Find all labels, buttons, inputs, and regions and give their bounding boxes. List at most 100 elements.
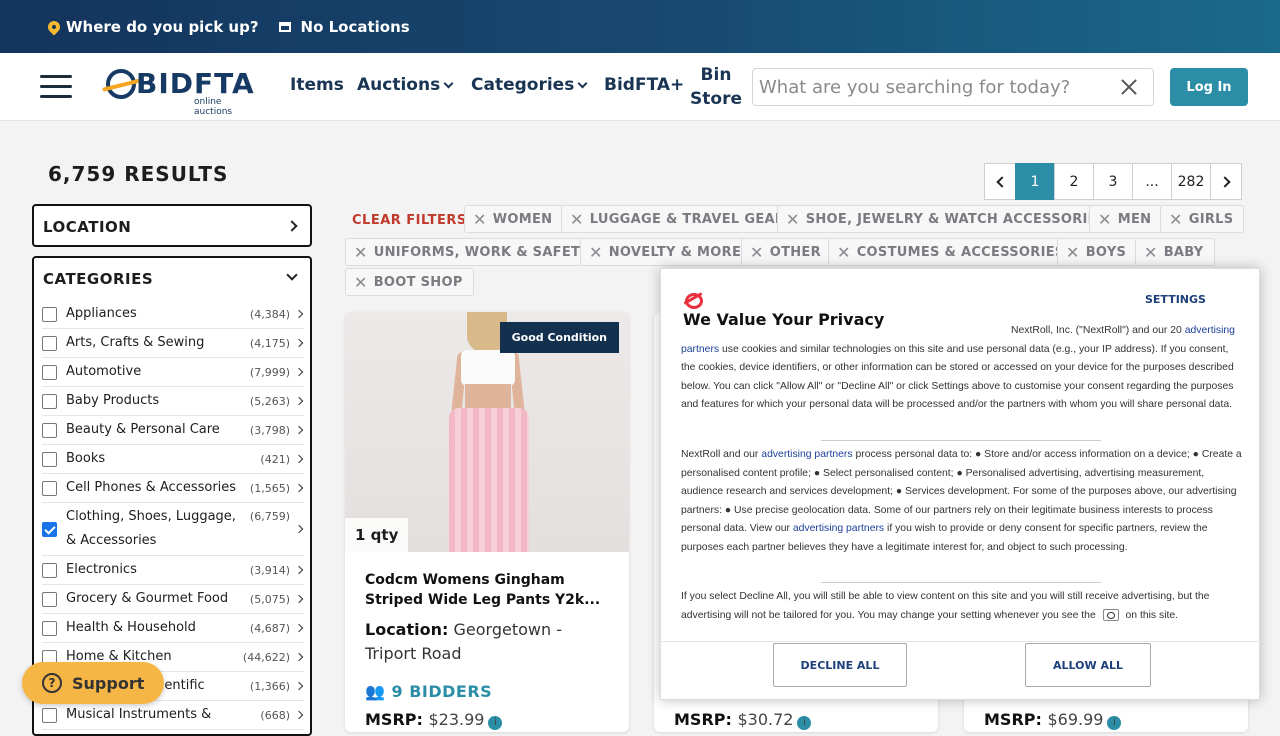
advertising-partners-link[interactable]: advertising partners bbox=[793, 523, 884, 534]
filter-chip[interactable]: ✕ BOYS bbox=[1057, 238, 1138, 266]
category-item[interactable]: Clothing, Shoes, Luggage, & Accessories (… bbox=[42, 503, 304, 556]
filter-chip[interactable]: ✕ COSTUMES & ACCESSORIES bbox=[828, 238, 1076, 266]
category-item[interactable]: Health & Household (4,687) bbox=[42, 614, 304, 643]
category-checkbox[interactable] bbox=[42, 306, 57, 322]
category-checkbox[interactable] bbox=[42, 335, 57, 351]
filter-chip[interactable]: ✕ BABY bbox=[1135, 238, 1215, 266]
prev-page-button[interactable] bbox=[984, 163, 1016, 200]
category-checkbox[interactable] bbox=[42, 480, 57, 496]
chevron-right-icon bbox=[294, 565, 304, 575]
chevron-right-icon bbox=[294, 367, 304, 377]
page-1[interactable]: 1 bbox=[1015, 163, 1055, 200]
category-checkbox[interactable] bbox=[42, 562, 57, 578]
next-page-button[interactable] bbox=[1210, 163, 1242, 200]
category-count: (4,384) bbox=[249, 307, 290, 321]
store-icon bbox=[278, 21, 291, 32]
location-filter[interactable]: LOCATION bbox=[32, 204, 312, 247]
category-item[interactable]: Musical Instruments & (668) bbox=[42, 701, 304, 730]
filter-chip-label: OTHER bbox=[769, 244, 821, 260]
advertising-partners-link[interactable]: advertising partners bbox=[761, 449, 852, 460]
product-image[interactable]: Good Condition 1 qty bbox=[345, 312, 629, 552]
info-icon[interactable]: i bbox=[488, 716, 503, 730]
category-item[interactable]: Arts, Crafts & Sewing (4,175) bbox=[42, 329, 304, 358]
login-button[interactable]: Log In bbox=[1170, 68, 1248, 106]
product-card[interactable]: Good Condition 1 qty Codcm Womens Gingha… bbox=[345, 312, 629, 732]
category-name: Beauty & Personal Care bbox=[66, 422, 220, 437]
filter-chip-label: NOVELTY & MORE bbox=[608, 244, 742, 260]
filter-chip[interactable]: ✕ WOMEN bbox=[464, 205, 564, 233]
nav-bin-store[interactable]: Bin Store bbox=[690, 63, 742, 111]
filter-chip[interactable]: ✕ BOOT SHOP bbox=[345, 268, 474, 296]
filter-chip[interactable]: ✕ NOVELTY & MORE bbox=[580, 238, 753, 266]
category-checkbox[interactable] bbox=[42, 591, 57, 607]
hamburger-menu-icon[interactable] bbox=[40, 75, 72, 99]
category-name: Health & Household bbox=[66, 620, 196, 635]
category-item[interactable]: Books (421) bbox=[42, 445, 304, 474]
filter-chip[interactable]: ✕ MEN bbox=[1089, 205, 1163, 233]
logo-tagline: online auctions bbox=[194, 97, 233, 117]
category-checkbox[interactable] bbox=[42, 620, 57, 636]
filter-chip-label: GIRLS bbox=[1188, 211, 1234, 227]
settings-link[interactable]: SETTINGS bbox=[1145, 293, 1206, 306]
category-checkbox[interactable] bbox=[42, 451, 57, 467]
category-checkbox-checked[interactable] bbox=[42, 521, 57, 537]
nav-items[interactable]: Items bbox=[290, 75, 344, 95]
page-282[interactable]: 282 bbox=[1171, 163, 1211, 200]
search-input[interactable] bbox=[753, 69, 1103, 105]
category-item[interactable]: Automotive (7,999) bbox=[42, 358, 304, 387]
category-checkbox[interactable] bbox=[42, 393, 57, 409]
allow-all-button[interactable]: ALLOW ALL bbox=[1025, 643, 1151, 687]
category-checkbox[interactable] bbox=[42, 422, 57, 438]
category-name: Baby Products bbox=[66, 393, 160, 408]
filter-chip-label: BOOT SHOP bbox=[373, 274, 463, 290]
page-3[interactable]: 3 bbox=[1093, 163, 1133, 200]
clear-search-icon[interactable] bbox=[1119, 77, 1139, 97]
close-icon: ✕ bbox=[589, 242, 603, 262]
category-count: (421) bbox=[260, 452, 290, 466]
bidfta-logo[interactable]: BIDFTA online auctions bbox=[106, 67, 262, 117]
locations-label: No Locations bbox=[300, 17, 410, 36]
category-item[interactable]: Grocery & Gourmet Food (5,075) bbox=[42, 585, 304, 614]
category-item[interactable]: Electronics (3,914) bbox=[42, 556, 304, 585]
category-item[interactable]: Beauty & Personal Care (3,798) bbox=[42, 416, 304, 445]
filter-chip[interactable]: ✕ UNIFORMS, WORK & SAFETY bbox=[345, 238, 601, 266]
info-icon[interactable]: i bbox=[797, 716, 812, 730]
nav-auctions[interactable]: Auctions bbox=[357, 75, 454, 95]
filter-chip[interactable]: ✕ LUGGAGE & TRAVEL GEAR bbox=[561, 205, 797, 233]
support-button[interactable]: ? Support bbox=[22, 662, 164, 704]
chevron-down-icon[interactable] bbox=[286, 269, 298, 281]
category-checkbox[interactable] bbox=[42, 364, 57, 380]
nav-categories-label: Categories bbox=[471, 75, 575, 95]
close-icon: ✕ bbox=[1144, 242, 1158, 262]
clear-filters-link[interactable]: CLEAR FILTERS bbox=[352, 213, 467, 228]
product-title[interactable]: Codcm Womens Gingham Striped Wide Leg Pa… bbox=[365, 570, 613, 610]
filter-chip[interactable]: ✕ OTHER bbox=[741, 238, 832, 266]
page-2[interactable]: 2 bbox=[1054, 163, 1094, 200]
privacy-paragraph-3: If you select Decline All, you will stil… bbox=[681, 588, 1245, 625]
product-msrp: MSRP: $30.72 i bbox=[674, 710, 812, 730]
decline-all-button[interactable]: DECLINE ALL bbox=[773, 643, 907, 687]
chevron-right-icon bbox=[294, 594, 304, 604]
pickup-selector[interactable]: Where do you pick up? bbox=[45, 18, 259, 36]
chevron-left-icon bbox=[995, 175, 1008, 188]
results-count: 6,759 RESULTS bbox=[48, 162, 229, 186]
chevron-right-icon bbox=[1218, 175, 1231, 188]
filter-chip[interactable]: ✕ SHOE, JEWELRY & WATCH ACCESSORIES bbox=[777, 205, 1118, 233]
category-count: (3,914) bbox=[249, 563, 290, 577]
locations-selector[interactable]: No Locations bbox=[278, 17, 410, 36]
category-item[interactable]: Baby Products (5,263) bbox=[42, 387, 304, 416]
category-checkbox[interactable] bbox=[42, 707, 57, 723]
category-item[interactable]: Appliances (4,384) bbox=[42, 300, 304, 329]
info-icon[interactable]: i bbox=[1107, 716, 1122, 730]
question-icon: ? bbox=[42, 673, 62, 693]
nav-bidftaplus[interactable]: BidFTA+ bbox=[604, 75, 684, 95]
location-filter-title: LOCATION bbox=[43, 218, 132, 236]
close-icon: ✕ bbox=[837, 242, 851, 262]
privacy-p2-start: NextRoll and our bbox=[681, 449, 759, 460]
privacy-p1-end: use cookies and similar technologies on … bbox=[681, 343, 1234, 411]
category-count: (6,759) bbox=[249, 510, 290, 523]
filter-chip[interactable]: ✕ GIRLS bbox=[1160, 205, 1245, 233]
filter-chip-label: LUGGAGE & TRAVEL GEAR bbox=[589, 211, 786, 227]
nav-categories[interactable]: Categories bbox=[471, 75, 588, 95]
category-item[interactable]: Cell Phones & Accessories (1,565) bbox=[42, 474, 304, 503]
